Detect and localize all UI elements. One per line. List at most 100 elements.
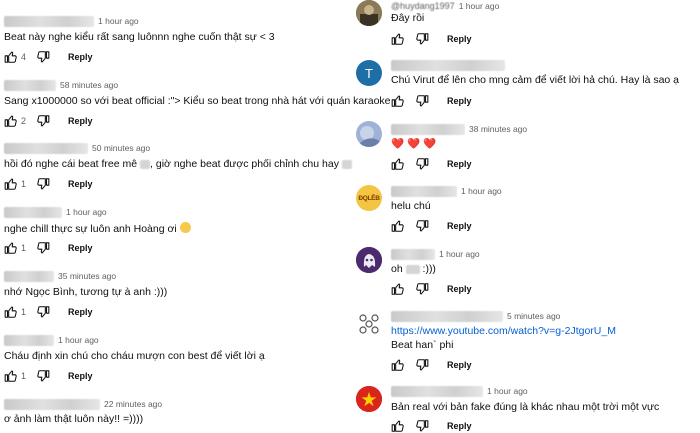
thumbs-down-icon[interactable]: [415, 419, 429, 433]
thumbs-down-icon[interactable]: [415, 282, 429, 296]
emoji-blurred: [140, 159, 151, 169]
author-name-blurred: [4, 206, 62, 218]
thumbs-up-icon[interactable]: [391, 32, 405, 46]
reply-button[interactable]: Reply: [447, 360, 472, 370]
comment-time: 1 hour ago: [58, 335, 99, 345]
avatar-logo-text: ĐQLÊB: [358, 194, 380, 202]
comment-actions: 1 Reply: [4, 369, 93, 383]
thumbs-up-icon[interactable]: [4, 114, 18, 128]
comment-time: 1 hour ago: [439, 249, 480, 259]
comment-text: Bản real với bản fake đúng là khác nhau …: [391, 401, 660, 413]
reply-button[interactable]: Reply: [68, 307, 93, 317]
comment-meta: 22 minutes ago: [4, 398, 162, 410]
reply-button[interactable]: Reply: [68, 52, 93, 62]
reply-button[interactable]: Reply: [447, 96, 472, 106]
comment-text: hồi đó nghe cái beat free mê , giờ nghe …: [4, 158, 352, 171]
thumbs-up-icon[interactable]: [391, 219, 405, 233]
reply-button[interactable]: Reply: [68, 371, 93, 381]
comment-link[interactable]: https://www.youtube.com/watch?v=g-2Jtgor…: [391, 325, 616, 337]
author-name-blurred: [4, 334, 54, 346]
thumbs-up-icon[interactable]: [4, 177, 18, 191]
reply-button[interactable]: Reply: [447, 421, 472, 431]
like-count: 4: [21, 52, 27, 62]
comment-text: helu chú: [391, 200, 431, 212]
thumbs-up-icon[interactable]: [4, 305, 18, 319]
comment-text-part: nghe chill thực sự luôn anh Hoàng ơi: [4, 223, 177, 235]
reply-button[interactable]: Reply: [68, 243, 93, 253]
avatar[interactable]: [356, 247, 382, 273]
comment-text: Cháu định xin chú cho cháu mượn con best…: [4, 350, 265, 362]
comment-text: oh :))): [391, 263, 436, 276]
thumbs-up-icon[interactable]: [4, 369, 18, 383]
author-name-blurred: [4, 79, 56, 91]
comment-text: nhớ Ngọc Bình, tương tự à anh :))): [4, 286, 168, 298]
reply-button[interactable]: Reply: [447, 159, 472, 169]
thumbs-up-icon[interactable]: [391, 157, 405, 171]
thumbs-down-icon[interactable]: [36, 177, 50, 191]
comment-time: 38 minutes ago: [469, 124, 528, 134]
like-count: 2: [21, 116, 27, 126]
thumbs-down-icon[interactable]: [36, 241, 50, 255]
comment-actions: 1 Reply: [4, 305, 93, 319]
comment-actions: Reply: [391, 219, 472, 233]
reply-button[interactable]: Reply: [68, 179, 93, 189]
comment-actions: Reply: [391, 157, 472, 171]
thumbs-down-icon[interactable]: [415, 358, 429, 372]
avatar[interactable]: [356, 386, 382, 412]
comment-text: Beat han` phi: [391, 339, 454, 351]
reply-button[interactable]: Reply: [447, 221, 472, 231]
comment-actions: 2 Reply: [4, 114, 93, 128]
comment-meta: 50 minutes ago: [4, 142, 150, 154]
comment-actions: 4 Reply: [4, 50, 93, 64]
avatar[interactable]: [356, 0, 382, 26]
reply-button[interactable]: Reply: [68, 116, 93, 126]
avatar[interactable]: [356, 310, 382, 336]
thumbs-down-icon[interactable]: [415, 157, 429, 171]
comment-time: 22 minutes ago: [104, 399, 163, 409]
thumbs-down-icon[interactable]: [415, 94, 429, 108]
thumbs-up-icon[interactable]: [4, 50, 18, 64]
thumbs-up-icon[interactable]: [4, 241, 18, 255]
avatar[interactable]: [356, 121, 382, 147]
avatar[interactable]: T: [356, 60, 382, 86]
comment-meta: 1 hour ago: [391, 248, 480, 260]
reply-button[interactable]: Reply: [447, 284, 472, 294]
like-count: 1: [21, 307, 27, 317]
comment-text-part: , giờ nghe beat được phối chỉnh chu hay: [150, 158, 342, 170]
comment-actions: Reply: [391, 282, 472, 296]
comment-text: ơ ảnh làm thật luôn này!! =)))): [4, 413, 144, 425]
comment-meta: 38 minutes ago: [391, 123, 527, 135]
comment-text-part: oh: [391, 263, 406, 275]
comment-text: Đây rồi: [391, 12, 425, 24]
thumbs-down-icon[interactable]: [36, 50, 50, 64]
comment-meta: 1 hour ago: [391, 385, 528, 397]
comment-time: 5 minutes ago: [507, 311, 561, 321]
comment-actions: 1 Reply: [4, 177, 93, 191]
author-name-blurred: [4, 15, 94, 27]
comment-time: 35 minutes ago: [58, 271, 117, 281]
comment-text-part: :))): [419, 263, 436, 275]
thumbs-up-icon[interactable]: [391, 419, 405, 433]
thumbs-down-icon[interactable]: [36, 114, 50, 128]
comment-time: 1 hour ago: [461, 186, 502, 196]
smile-emoji-icon: [179, 222, 191, 233]
comment-actions: Reply: [391, 358, 472, 372]
author-name-blurred: [391, 385, 483, 397]
thumbs-down-icon[interactable]: [36, 305, 50, 319]
thumbs-down-icon[interactable]: [36, 369, 50, 383]
like-count: 1: [21, 243, 27, 253]
comment-meta: 5 minutes ago: [391, 310, 560, 322]
comment-actions: Reply: [391, 32, 472, 46]
avatar[interactable]: ĐQLÊB: [356, 185, 382, 211]
thumbs-down-icon[interactable]: [415, 219, 429, 233]
comment-actions: Reply: [391, 94, 472, 108]
thumbs-up-icon[interactable]: [391, 358, 405, 372]
thumbs-up-icon[interactable]: [391, 282, 405, 296]
thumbs-up-icon[interactable]: [391, 94, 405, 108]
thumbs-down-icon[interactable]: [415, 32, 429, 46]
comment-text: ❤️ ❤️ ❤️: [391, 138, 437, 150]
comment-text: nghe chill thực sự luôn anh Hoàng ơi: [4, 222, 191, 236]
comment-text: Sang x1000000 so với beat official :"> K…: [4, 95, 391, 107]
reply-button[interactable]: Reply: [447, 34, 472, 44]
author-name-blurred: [391, 248, 435, 260]
